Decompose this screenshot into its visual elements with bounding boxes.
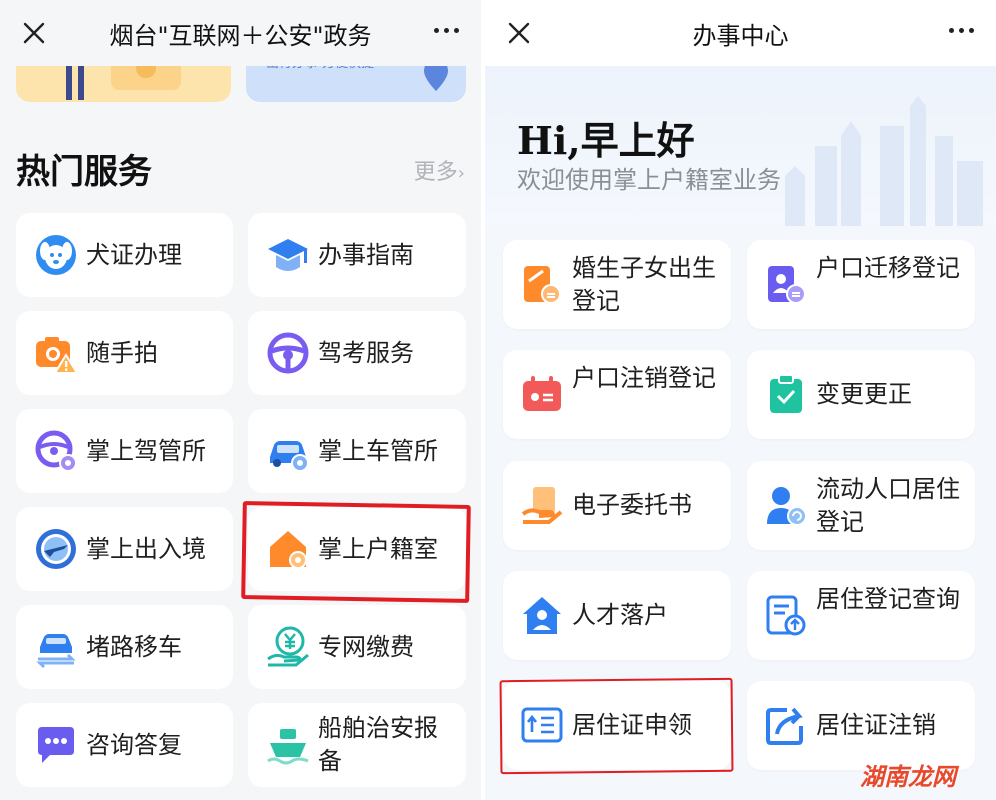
chevron-right-icon: › [457, 163, 465, 184]
yuan-hand-icon [267, 626, 309, 667]
more-link-label: 更多 [413, 160, 458, 185]
airport-emblem-icon [36, 529, 76, 569]
service-card-birth-register[interactable]: 婚生子女出生登记 [503, 240, 731, 329]
hand-document-icon [521, 487, 563, 524]
nav-bar: 办事中心 [485, 0, 996, 66]
service-card-cancel-register[interactable]: 户口注销登记 [503, 350, 731, 439]
service-card-e-authorization[interactable]: 电子委托书 [503, 461, 731, 550]
cancel-register-icon [523, 376, 561, 411]
service-card-driving-test[interactable]: 驾考服务 [248, 311, 466, 395]
service-label: 驾考服务 [318, 338, 414, 367]
service-card-exit-entry[interactable]: 掌上出入境 [16, 507, 233, 591]
left-screen: 出行办事 方便快捷 烟台"互联网＋公安"政务 热门服务 更多› 犬证办理 [0, 0, 481, 800]
service-card-consult[interactable]: 咨询答复 [16, 703, 233, 787]
service-label: 户口注销登记 [572, 364, 716, 392]
nav-bar: 烟台"互联网＋公安"政务 [0, 0, 481, 66]
camera-warning-icon [36, 337, 78, 374]
steering-wheel-icon [267, 332, 309, 374]
house-person-icon [523, 597, 561, 634]
more-options-icon[interactable] [949, 28, 974, 33]
greeting: Hi,早上好 [517, 118, 695, 163]
service-card-payment[interactable]: 专网缴费 [248, 605, 466, 689]
highlight-annotation [499, 677, 734, 775]
service-card-change-correction[interactable]: 变更更正 [747, 350, 975, 439]
clipboard-check-icon [770, 374, 802, 413]
service-label: 电子委托书 [572, 491, 692, 519]
close-icon[interactable] [22, 21, 46, 45]
service-card-migration[interactable]: 户口迁移登记 [747, 240, 975, 329]
close-icon[interactable] [507, 21, 531, 45]
welcome-text: 欢迎使用掌上户籍室业务 [517, 166, 781, 194]
share-arrow-icon [766, 707, 803, 745]
page-title: 烟台"互联网＋公安"政务 [109, 21, 372, 50]
service-label: 婚生子女出生登记 [572, 254, 716, 315]
service-card-vehicle-office[interactable]: 掌上车管所 [248, 409, 466, 493]
watermark-text: 湖南龙网 [860, 763, 956, 791]
steering-gear-icon [35, 430, 77, 472]
service-label: 掌上车管所 [318, 436, 438, 465]
service-label: 咨询答复 [86, 730, 182, 759]
dog-icon [36, 235, 76, 275]
service-label: 犬证办理 [86, 240, 182, 269]
service-card-ship-report[interactable]: 船舶治安报备 [248, 703, 466, 787]
birth-register-icon [524, 266, 561, 304]
car-move-icon [36, 634, 76, 669]
highlight-annotation [241, 501, 471, 603]
section-title: 热门服务 [16, 152, 152, 192]
service-label: 专网缴费 [318, 632, 414, 661]
service-label: 居住证注销 [816, 711, 936, 739]
service-label: 船舶治安报备 [318, 714, 438, 775]
ship-icon [267, 729, 309, 765]
service-label: 流动人口居住登记 [816, 475, 960, 536]
service-label: 办事指南 [318, 240, 414, 269]
service-card-talent-settlement[interactable]: 人才落户 [503, 571, 731, 660]
more-link[interactable]: 更多› [414, 154, 465, 186]
service-label: 堵路移车 [86, 632, 182, 661]
page-title: 办事中心 [692, 21, 789, 50]
right-screen: 办事中心 Hi,早上好 欢迎使用掌上户籍室业务 婚生子女出生登记 户口迁移登记 [485, 0, 996, 800]
service-card-floating-population[interactable]: 流动人口居住登记 [747, 461, 975, 550]
service-card-residence-query[interactable]: 居住登记查询 [747, 571, 975, 660]
service-label: 居住登记查询 [816, 585, 960, 613]
service-card-dog-license[interactable]: 犬证办理 [16, 213, 233, 297]
person-refresh-icon [767, 487, 807, 526]
service-label: 变更更正 [816, 380, 912, 408]
service-card-snapshot[interactable]: 随手拍 [16, 311, 233, 395]
document-upload-icon [766, 595, 806, 636]
service-label: 人才落户 [572, 601, 668, 629]
service-label: 掌上出入境 [86, 534, 206, 563]
service-card-move-car[interactable]: 堵路移车 [16, 605, 233, 689]
service-label: 掌上驾管所 [86, 436, 206, 465]
graduation-cap-icon [268, 239, 308, 271]
migration-icon [768, 266, 806, 304]
chat-bubble-icon [38, 727, 74, 763]
service-label: 随手拍 [86, 338, 158, 367]
more-options-icon[interactable] [434, 28, 459, 33]
car-gear-icon [270, 441, 309, 472]
service-label: 户口迁移登记 [816, 254, 960, 282]
service-card-guide[interactable]: 办事指南 [248, 213, 466, 297]
service-card-driver-office[interactable]: 掌上驾管所 [16, 409, 233, 493]
